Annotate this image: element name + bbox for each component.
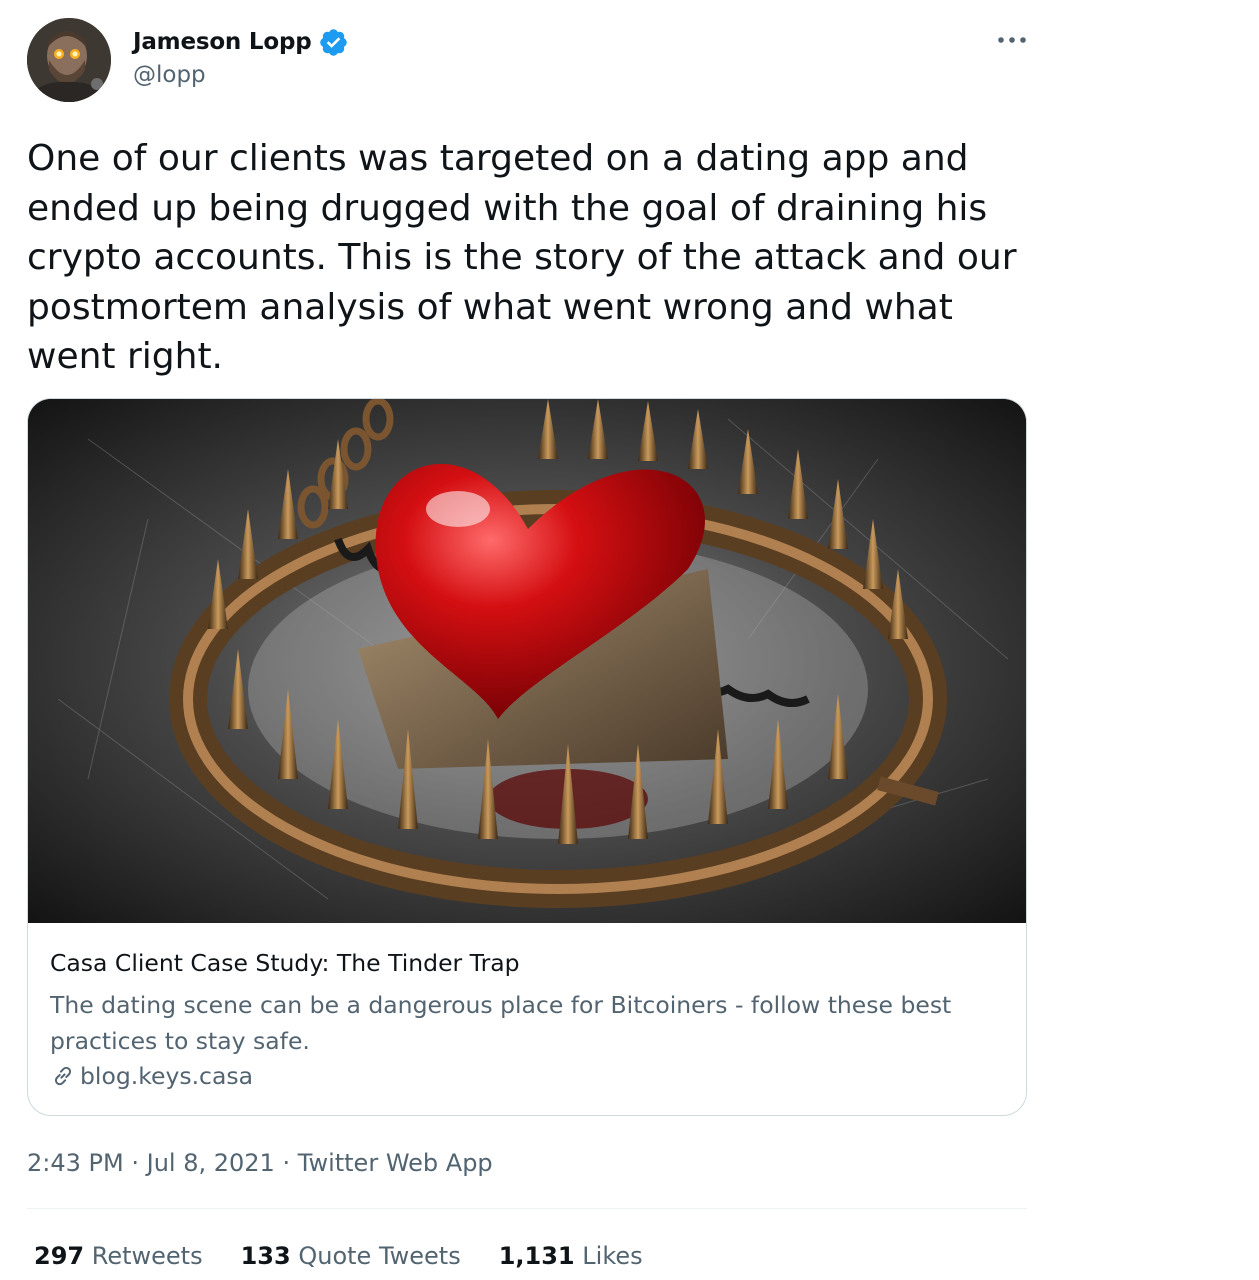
retweets-stat[interactable]: 297 Retweets — [34, 1242, 203, 1270]
author-name[interactable]: Jameson Lopp — [133, 29, 312, 55]
card-title: Casa Client Case Study: The Tinder Trap — [50, 949, 520, 977]
more-dots-icon — [998, 37, 1026, 43]
card-image[interactable] — [28, 399, 1026, 923]
link-preview-card[interactable]: Casa Client Case Study: The Tinder Trap … — [27, 398, 1027, 1116]
heart-in-bear-trap-image — [28, 399, 1026, 923]
card-domain-row: blog.keys.casa — [50, 1062, 253, 1090]
author-handle[interactable]: @lopp — [133, 62, 349, 88]
tweet-time[interactable]: 2:43 PM — [27, 1149, 124, 1177]
quote-tweets-label: Quote Tweets — [298, 1242, 461, 1270]
avatar-image — [27, 18, 111, 102]
tweet-meta: 2:43 PM · Jul 8, 2021 · Twitter Web App — [27, 1149, 493, 1177]
likes-stat[interactable]: 1,131 Likes — [499, 1242, 643, 1270]
meta-separator: · — [282, 1149, 291, 1177]
card-domain: blog.keys.casa — [80, 1062, 254, 1090]
likes-count: 1,131 — [498, 1242, 575, 1270]
retweets-label: Retweets — [91, 1242, 203, 1270]
avatar[interactable] — [27, 18, 111, 102]
verified-badge-icon — [319, 28, 347, 56]
quote-tweets-stat[interactable]: 133 Quote Tweets — [241, 1242, 461, 1270]
likes-label: Likes — [582, 1242, 643, 1270]
more-options-button[interactable] — [990, 26, 1034, 54]
link-icon — [54, 1066, 72, 1086]
author-block[interactable]: Jameson Lopp @lopp — [133, 24, 349, 88]
tweet-source[interactable]: Twitter Web App — [298, 1149, 493, 1177]
divider — [27, 1208, 1027, 1209]
author-name-row: Jameson Lopp — [133, 24, 349, 60]
tweet-date[interactable]: Jul 8, 2021 — [147, 1149, 275, 1177]
meta-separator: · — [131, 1149, 139, 1177]
card-description: The dating scene can be a dangerous plac… — [50, 991, 952, 1055]
retweets-count: 297 — [34, 1242, 85, 1270]
tweet-text: One of our clients was targeted on a dat… — [27, 138, 1017, 377]
tweet-stats: 297 Retweets 133 Quote Tweets 1,131 Like… — [34, 1242, 681, 1270]
quote-tweets-count: 133 — [240, 1242, 291, 1270]
